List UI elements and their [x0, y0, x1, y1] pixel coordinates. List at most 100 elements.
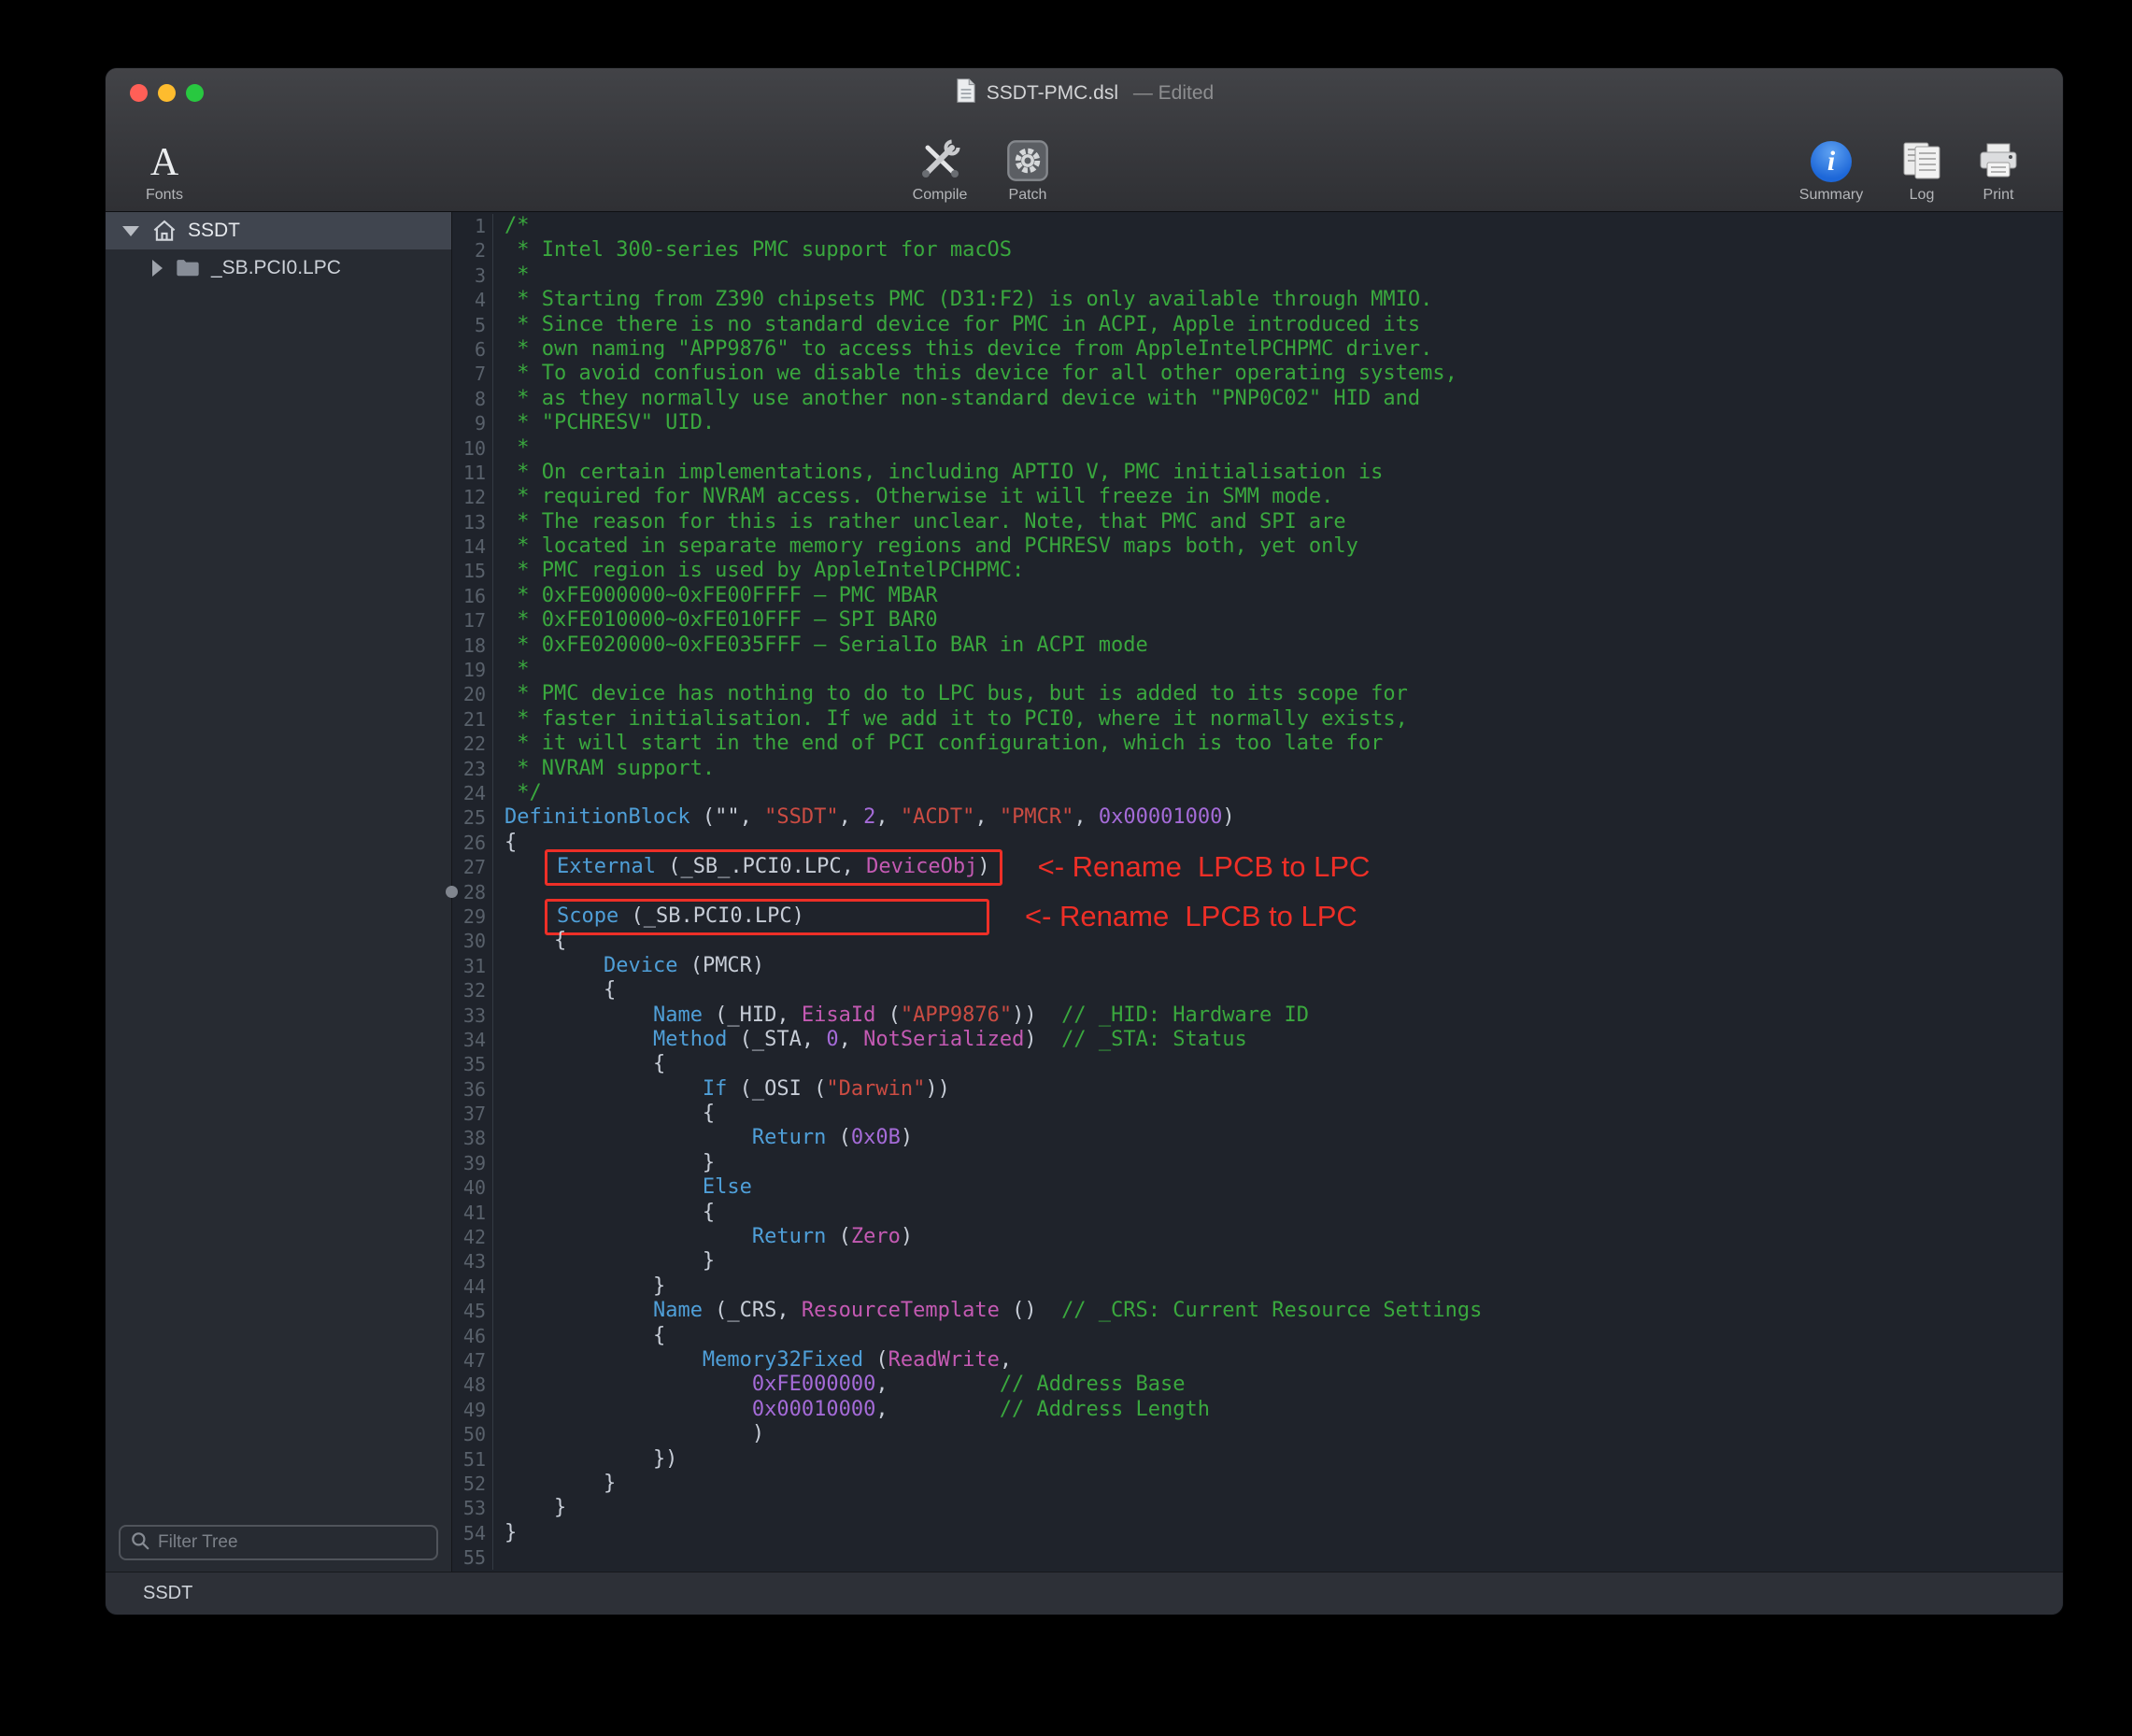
code-line[interactable]: 16 * 0xFE000000~0xFE00FFFF – PMC MBAR — [452, 584, 2063, 608]
compile-button[interactable]: Compile — [898, 132, 982, 204]
code-line[interactable]: 41 { — [452, 1201, 2063, 1225]
fonts-icon: A — [150, 143, 178, 182]
code-line[interactable]: 5 * Since there is no standard device fo… — [452, 313, 2063, 337]
code-line[interactable]: 55 — [452, 1545, 2063, 1570]
line-number: 7 — [452, 362, 493, 386]
titlebar[interactable]: SSDT-PMC.dsl — Edited — [106, 68, 2063, 118]
code-token — [505, 1398, 752, 1421]
code-token: * Intel 300-series PMC support for macOS — [505, 238, 1012, 262]
document-icon — [955, 78, 977, 109]
code-line[interactable]: 25DefinitionBlock ("", "SSDT", 2, "ACDT"… — [452, 805, 2063, 830]
log-button[interactable]: Log — [1889, 132, 1954, 204]
code-line[interactable]: 29 Scope (_SB.PCI0.LPC)<- Rename LPCB to… — [452, 904, 2063, 929]
line-number: 40 — [452, 1175, 493, 1200]
close-button[interactable] — [130, 84, 148, 102]
code-token: "ACDT" — [901, 805, 974, 829]
code-line[interactable]: 7 * To avoid confusion we disable this d… — [452, 362, 2063, 386]
code-line[interactable]: 47 Memory32Fixed (ReadWrite, — [452, 1348, 2063, 1373]
print-button[interactable]: Print — [1956, 132, 2040, 204]
code-line[interactable]: 38 Return (0x0B) — [452, 1126, 2063, 1150]
code-line[interactable]: 2 * Intel 300-series PMC support for mac… — [452, 238, 2063, 263]
code-line[interactable]: 42 Return (Zero) — [452, 1225, 2063, 1249]
code-token: "APP9876" — [901, 1003, 1012, 1027]
code-text: { — [493, 1052, 665, 1076]
line-number: 53 — [452, 1496, 493, 1520]
code-line[interactable]: 40 Else — [452, 1175, 2063, 1200]
line-number: 42 — [452, 1225, 493, 1249]
filter-field[interactable] — [119, 1525, 438, 1560]
code-line[interactable]: 10 * — [452, 436, 2063, 461]
code-line[interactable]: 20 * PMC device has nothing to do to LPC… — [452, 682, 2063, 706]
code-line[interactable]: 34 Method (_STA, 0, NotSerialized) // _S… — [452, 1028, 2063, 1052]
code-line[interactable]: 17 * 0xFE010000~0xFE010FFF – SPI BAR0 — [452, 608, 2063, 633]
code-line[interactable]: 48 0xFE000000, // Address Base — [452, 1373, 2063, 1397]
zoom-button[interactable] — [186, 84, 204, 102]
code-line[interactable]: 13 * The reason for this is rather uncle… — [452, 510, 2063, 534]
code-line[interactable]: 6 * own naming "APP9876" to access this … — [452, 337, 2063, 362]
code-line[interactable]: 18 * 0xFE020000~0xFE035FFF – SerialIo BA… — [452, 633, 2063, 658]
status-bar: SSDT — [106, 1572, 2063, 1615]
code-token: ResourceTemplate — [802, 1299, 1000, 1322]
code-text: * as they normally use another non-stand… — [493, 387, 1420, 411]
disclosure-collapsed-icon[interactable] — [152, 260, 163, 277]
code-line[interactable]: 36 If (_OSI ("Darwin")) — [452, 1077, 2063, 1102]
code-token: (_SB_.PCI0.LPC, — [656, 855, 866, 878]
code-line[interactable]: 51 }) — [452, 1447, 2063, 1472]
code-line[interactable]: 23 * NVRAM support. — [452, 757, 2063, 781]
code-token: , — [1000, 1348, 1012, 1372]
code-line[interactable]: 39 } — [452, 1151, 2063, 1175]
fonts-button[interactable]: A Fonts — [122, 132, 206, 204]
line-number: 50 — [452, 1422, 493, 1446]
code-token: External — [557, 855, 656, 878]
filter-tree-input[interactable] — [158, 1532, 427, 1553]
disclosure-expanded-icon[interactable] — [122, 226, 139, 236]
code-line[interactable]: 1/* — [452, 214, 2063, 238]
code-line[interactable]: 4 * Starting from Z390 chipsets PMC (D31… — [452, 288, 2063, 312]
code-line[interactable]: 32 { — [452, 978, 2063, 1003]
code-line[interactable]: 53 } — [452, 1496, 2063, 1520]
code-line[interactable]: 35 { — [452, 1052, 2063, 1076]
sidebar-item--sb-pci0-lpc[interactable]: _SB.PCI0.LPC — [106, 249, 451, 287]
code-token: ("", — [690, 805, 764, 829]
code-line[interactable]: 54} — [452, 1521, 2063, 1545]
code-line[interactable]: 49 0x00010000, // Address Length — [452, 1398, 2063, 1422]
code-token: ReadWrite — [888, 1348, 1000, 1372]
code-line[interactable]: 19 * — [452, 658, 2063, 682]
code-line[interactable]: 31 Device (PMCR) — [452, 954, 2063, 978]
code-line[interactable]: 12 * required for NVRAM access. Otherwis… — [452, 485, 2063, 509]
code-line[interactable]: 52 } — [452, 1472, 2063, 1496]
code-line[interactable]: 3 * — [452, 263, 2063, 288]
code-token: }) — [505, 1447, 677, 1471]
code-line[interactable]: 44 } — [452, 1274, 2063, 1299]
minimize-button[interactable] — [158, 84, 176, 102]
code-token: * PMC device has nothing to do to LPC bu… — [505, 682, 1408, 705]
code-token: Return — [752, 1126, 826, 1149]
code-line[interactable]: 11 * On certain implementations, includi… — [452, 461, 2063, 485]
code-token: } — [505, 1274, 665, 1298]
code-text: * Since there is no standard device for … — [493, 313, 1420, 337]
code-line[interactable]: 43 } — [452, 1249, 2063, 1274]
code-line[interactable]: 33 Name (_HID, EisaId ("APP9876")) // _H… — [452, 1003, 2063, 1028]
code-line[interactable]: 21 * faster initialisation. If we add it… — [452, 707, 2063, 732]
code-line[interactable]: 22 * it will start in the end of PCI con… — [452, 732, 2063, 756]
code-line[interactable]: 46 { — [452, 1324, 2063, 1348]
code-line[interactable]: 9 * "PCHRESV" UID. — [452, 411, 2063, 435]
code-token: (_CRS, — [703, 1299, 802, 1322]
code-line[interactable]: 45 Name (_CRS, ResourceTemplate () // _C… — [452, 1299, 2063, 1323]
code-text: * it will start in the end of PCI config… — [493, 732, 1383, 756]
code-token: ) — [1024, 1028, 1061, 1051]
code-text: ) — [493, 1422, 764, 1446]
code-line[interactable]: 37 { — [452, 1102, 2063, 1126]
summary-button[interactable]: i Summary — [1784, 132, 1878, 204]
code-line[interactable]: 24 */ — [452, 781, 2063, 805]
code-line[interactable]: 14 * located in separate memory regions … — [452, 534, 2063, 559]
code-editor[interactable]: 1/*2 * Intel 300-series PMC support for … — [452, 212, 2063, 1572]
log-icon — [1900, 132, 1943, 182]
code-line[interactable]: 15 * PMC region is used by AppleIntelPCH… — [452, 559, 2063, 583]
patch-button[interactable]: Patch — [986, 132, 1070, 204]
code-line[interactable]: 50 ) — [452, 1422, 2063, 1446]
code-line[interactable]: 27 External (_SB_.PCI0.LPC, DeviceObj)<-… — [452, 855, 2063, 879]
code-text: External (_SB_.PCI0.LPC, DeviceObj)<- Re… — [493, 855, 1370, 879]
sidebar-item-ssdt[interactable]: SSDT — [106, 212, 451, 249]
code-line[interactable]: 8 * as they normally use another non-sta… — [452, 387, 2063, 411]
